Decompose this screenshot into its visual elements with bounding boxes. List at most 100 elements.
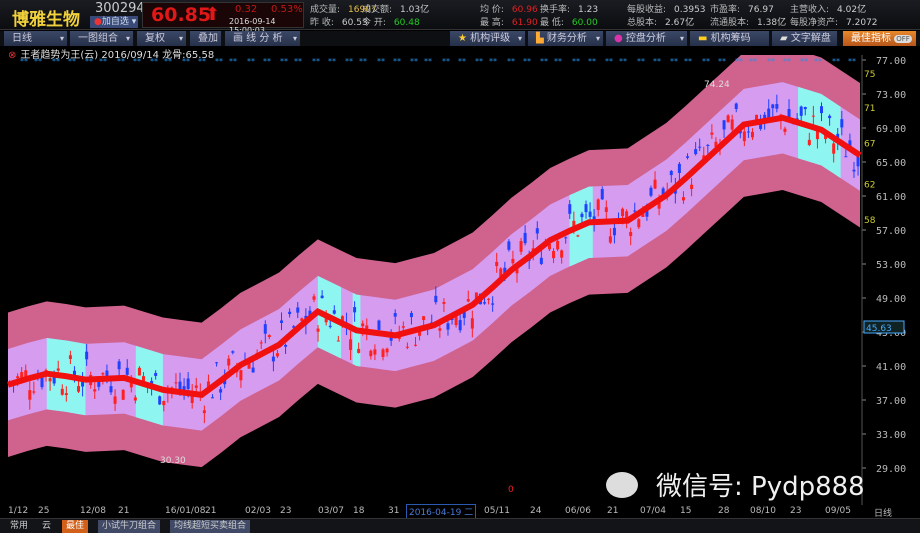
stat-item: 流通股本: 1.38亿 [710,15,786,28]
x-tick-label: 06/06 [565,506,591,516]
candle-body [48,378,52,382]
candle-body [271,356,275,362]
star-marker: ** [702,57,710,66]
rating-select[interactable]: ★ 机构评级 ▾ [450,31,526,46]
finance-select[interactable]: ▙ 财务分析 ▾ [528,31,604,46]
stock-header: 博雅生物 300294 ●加自选 ▾ 60.85 ⬆ 0.32 0.53% 20… [0,0,920,35]
candle-body [608,236,612,243]
candle-body [588,211,592,217]
star-marker: ** [312,57,320,66]
candle-body [405,346,409,348]
stat-value: 0.3953 [674,5,706,15]
candle-body [373,349,377,355]
star-marker: ** [52,57,60,66]
x-tick-label: 21 [118,506,130,516]
tab-common[interactable]: 常用 [6,520,32,533]
candle-body [584,204,588,213]
stat-item: 主营收入: 4.02亿 [790,2,866,15]
candle-body [68,355,72,359]
toggle-switch[interactable]: OFF [894,35,912,43]
control-label: 控盘分析 [625,33,666,44]
stat-key: 最 低: [540,18,564,28]
candle-body [568,204,572,214]
stock-code: 300294 [95,1,145,16]
candle-body [783,128,787,132]
candle-body [576,235,580,237]
candle-body [312,296,316,300]
chips-button[interactable]: ▬ 机构筹码 [690,31,770,46]
candle-body [385,348,389,353]
control-select[interactable]: ● 控盘分析 ▾ [606,31,688,46]
star-marker: ** [554,57,562,66]
candle-body [101,373,105,375]
candle-body [722,120,726,130]
candle-body [32,391,36,393]
draw-select[interactable]: 画 线 分 析 ▾ [225,31,301,46]
candle-body [507,241,511,250]
candle-body [649,187,653,196]
x-tick-label: 25 [38,506,50,516]
stat-key: 最 高: [480,18,504,28]
tab-cloud[interactable]: 云 [38,520,55,533]
y-tick-label: 73.00 [876,90,906,101]
candle-body [219,389,223,393]
overlay-button[interactable]: 叠加 [190,31,222,46]
candle-body [523,232,527,244]
add-favorite-button[interactable]: ●加自选 ▾ [90,16,138,28]
candle-body [694,149,698,155]
star-marker: ** [540,57,548,66]
stat-value: 60.96 [511,5,538,15]
candle-body [677,163,681,173]
period-select[interactable]: 日线 ▾ [4,31,68,46]
candle-body [60,388,64,395]
candle-body [231,351,235,353]
star-marker: ** [848,57,856,66]
candle-body [799,106,803,116]
candlestick-chart[interactable]: 77.00 73.00 69.00 65.00 61.00 57.00 53.00 49.00… [0,55,920,505]
candle-body [211,397,214,399]
star-marker: ** [489,57,497,66]
candle-body [483,302,487,304]
x-tick-label: 03/07 [318,506,344,516]
combo-select[interactable]: 一图组合 ▾ [70,31,134,46]
candle-body [137,367,141,376]
best-indicator-toggle[interactable]: 最佳指标 OFF [843,31,917,46]
stat-item: 均 价: 60.96 [480,2,538,15]
candle-body [284,344,288,347]
tab-best[interactable]: 最佳 [62,520,89,533]
stat-key: 每股净资产: [790,18,839,28]
adjust-select[interactable]: 复权 ▾ [137,31,187,46]
candle-body [85,351,89,360]
candle-body [215,362,219,364]
candle-body [369,350,373,357]
band-edge-label: 71 [864,104,875,114]
candle-body [133,397,137,401]
x-tick-label: 1/12 [8,506,29,516]
text-label: 文字解盘 [790,33,831,44]
best-label: 最佳指标 [851,33,891,44]
stat-key: 成交量: [310,5,341,15]
candle-body [690,184,694,190]
star-marker: ** [247,57,255,66]
tab-combo-2[interactable]: 均线超短买卖组合 [170,520,251,533]
marker-label: 0 [508,485,514,495]
rating-label: 机构评级 [470,33,511,44]
tab-combo-1[interactable]: 小试牛刀组合 [98,520,161,533]
candle-body [596,199,600,210]
star-marker: ** [377,57,385,66]
y-tick-label: 37.00 [876,396,906,407]
candle-body [381,349,385,358]
stat-value: 76.97 [748,5,774,15]
text-analysis-button[interactable]: ▰ 文字解盘 [772,31,838,46]
candle-body [669,170,673,176]
star-marker: ** [684,57,692,66]
star-marker: ** [85,57,93,66]
stat-value: 1.23 [578,5,599,15]
x-tick-label: 09/05 [825,506,851,516]
star-marker: ** [735,57,743,66]
stat-key: 今 开: [362,18,386,28]
y-tick-label: 57.00 [876,226,906,237]
stat-key: 总股本: [627,18,658,28]
candle-body [40,376,44,388]
candle-body [239,370,243,381]
